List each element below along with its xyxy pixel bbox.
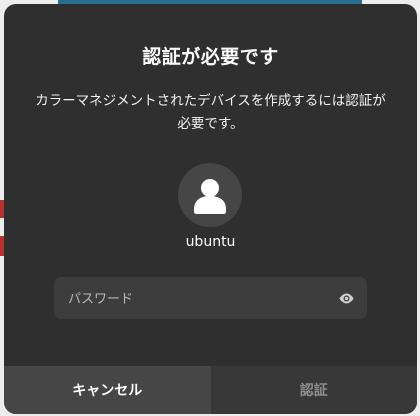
authentication-dialog: 認証が必要です カラーマネジメントされたデバイスを作成するには認証が必要です。 … [4,4,417,414]
authenticate-button[interactable]: 認証 [210,366,417,414]
user-avatar-icon [178,163,242,227]
dialog-title: 認証が必要です [142,46,279,68]
cancel-button[interactable]: キャンセル [4,366,211,414]
eye-icon[interactable] [338,290,355,307]
password-input[interactable] [66,277,330,321]
password-field[interactable] [54,277,367,321]
username-label: ubuntu [185,234,236,250]
dialog-message-text: カラーマネジメントされたデバイスを作成するには認証が必要です。 [35,93,386,132]
dialog-message: カラーマネジメントされたデバイスを作成するには認証が必要です。 [34,90,387,136]
dialog-buttons: キャンセル 認証 [4,366,417,414]
person-icon [194,179,226,214]
